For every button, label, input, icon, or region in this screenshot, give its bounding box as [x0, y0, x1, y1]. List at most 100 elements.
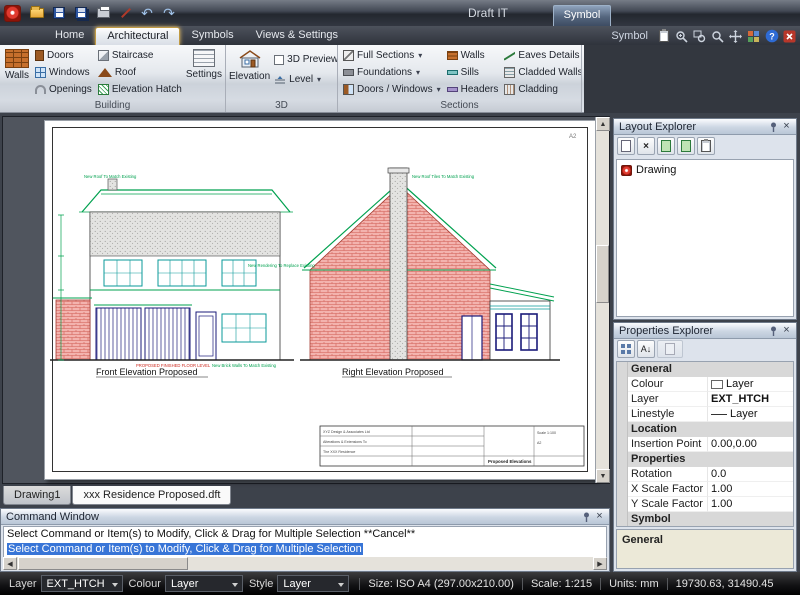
property-colour[interactable]: ColourLayer [617, 377, 793, 392]
pin-icon[interactable] [767, 324, 780, 337]
save-all-button[interactable] [71, 4, 91, 23]
scroll-thumb[interactable] [18, 557, 188, 570]
elevation-hatch-button[interactable]: Elevation Hatch [96, 81, 184, 98]
colour-dropdown[interactable]: Layer [165, 575, 243, 592]
command-history[interactable]: Select Command or Item(s) to Modify, Cli… [3, 526, 607, 558]
pin-icon[interactable] [767, 120, 780, 133]
drawing-canvas[interactable]: A2 [2, 116, 610, 484]
property-layer[interactable]: LayerEXT_HTCH [617, 392, 793, 407]
export-layout-button[interactable] [657, 137, 675, 155]
eaves-details-button[interactable]: Eaves Details [502, 47, 582, 64]
front-ground-window[interactable] [222, 314, 266, 342]
level-button[interactable]: Level▾ [272, 71, 338, 88]
new-layout-button[interactable] [617, 137, 635, 155]
full-sections-button[interactable]: Full Sections▾ [341, 47, 443, 64]
front-render-band[interactable] [90, 212, 280, 256]
display-settings-icon[interactable] [746, 29, 761, 44]
save-button[interactable] [49, 4, 69, 23]
front-chimney[interactable] [108, 179, 117, 190]
scroll-left-button[interactable]: ◀ [3, 557, 17, 570]
garage-door-right[interactable] [145, 308, 190, 360]
undo-icon: ↶ [141, 6, 153, 20]
property-insertion-point[interactable]: Insertion Point0.00,0.00 [617, 437, 793, 452]
close-drawing-icon[interactable] [782, 29, 797, 44]
section-general[interactable]: General [617, 362, 793, 377]
paste-layout-button[interactable] [697, 137, 715, 155]
chimney-cap[interactable] [388, 168, 409, 173]
group-label-building: Building [0, 100, 225, 112]
section-walls-button[interactable]: Walls [445, 47, 501, 64]
annotation: New Roof To Match Existing [84, 174, 137, 179]
openings-button[interactable]: Openings [33, 81, 94, 98]
section-properties[interactable]: Properties [617, 452, 793, 467]
scroll-down-button[interactable]: ▼ [596, 469, 610, 483]
pan-icon[interactable] [728, 29, 743, 44]
print-button[interactable] [93, 4, 113, 23]
sills-button[interactable]: Sills [445, 64, 501, 81]
chimney-breast[interactable] [390, 168, 407, 360]
section-symbol[interactable]: Symbol [617, 512, 793, 527]
foundations-button[interactable]: Foundations▾ [341, 64, 443, 81]
front-elevation-label: Front Elevation Proposed [96, 367, 198, 377]
settings-button[interactable]: Settings [186, 47, 222, 99]
properties-explorer-title: Properties Explorer [619, 325, 713, 337]
plot-button[interactable] [115, 4, 135, 23]
scroll-up-button[interactable]: ▲ [596, 117, 610, 131]
tab-home[interactable]: Home [44, 27, 95, 45]
cladding-button[interactable]: Cladding [502, 81, 582, 98]
scroll-thumb[interactable] [596, 245, 609, 303]
doors-button[interactable]: Doors [33, 47, 94, 64]
zoom-in-icon[interactable] [674, 29, 689, 44]
layout-item-drawing[interactable]: Drawing [619, 162, 791, 178]
tab-symbols[interactable]: Symbols [180, 27, 244, 45]
layer-dropdown[interactable]: EXT_HTCH [41, 575, 123, 592]
section-location[interactable]: Location [617, 422, 793, 437]
property-linestyle[interactable]: LinestyleLayer [617, 407, 793, 422]
contextual-tab-symbol[interactable]: Symbol [553, 5, 611, 26]
roof-button[interactable]: Roof [96, 64, 184, 81]
command-window-header: Command Window × [1, 509, 609, 525]
tab-architectural[interactable]: Architectural [95, 27, 180, 45]
elevation-button[interactable]: Elevation [229, 47, 270, 99]
walls-button[interactable]: Walls [3, 47, 31, 99]
garage-door-left[interactable] [96, 308, 141, 360]
drawing-sheet[interactable]: A2 [44, 120, 596, 480]
property-y-scale[interactable]: Y Scale Factor1.00 [617, 497, 793, 512]
property-pages-button[interactable] [657, 340, 683, 358]
property-rotation[interactable]: Rotation0.0 [617, 467, 793, 482]
open-button[interactable] [27, 4, 47, 23]
close-icon[interactable]: × [780, 120, 793, 133]
zoom-window-icon[interactable] [692, 29, 707, 44]
canvas-vertical-scrollbar[interactable]: ▲ ▼ [595, 117, 609, 483]
close-icon[interactable]: × [593, 510, 606, 523]
alphabetical-sort-button[interactable]: A↓ [637, 340, 655, 358]
staircase-button[interactable]: Staircase [96, 47, 184, 64]
import-layout-button[interactable] [677, 137, 695, 155]
style-dropdown[interactable]: Layer [277, 575, 349, 592]
undo-button[interactable]: ↶ [137, 4, 157, 23]
doc-tab-residence[interactable]: xxx Residence Proposed.dft [72, 486, 231, 505]
help-icon[interactable]: ? [764, 29, 779, 44]
roof-icon [98, 68, 112, 77]
zoom-extents-icon[interactable] [710, 29, 725, 44]
paste-icon[interactable] [656, 29, 671, 44]
close-icon[interactable]: × [780, 324, 793, 337]
tab-views-settings[interactable]: Views & Settings [245, 27, 349, 45]
doors-windows-button[interactable]: Doors / Windows▾ [341, 81, 443, 98]
front-upper-windows[interactable] [104, 260, 256, 286]
properties-explorer-panel: Properties Explorer × A↓ General ColourL… [613, 322, 797, 572]
redo-button[interactable]: ↷ [159, 4, 179, 23]
pin-icon[interactable] [580, 510, 593, 523]
window-title: Draft IT [468, 6, 508, 20]
doc-tab-drawing1[interactable]: Drawing1 [3, 486, 71, 505]
headers-button[interactable]: Headers [445, 81, 501, 98]
3d-preview-checkbox[interactable]: 3D Preview [272, 51, 338, 68]
cladded-walls-button[interactable]: Cladded Walls [502, 64, 582, 81]
scroll-right-button[interactable]: ▶ [593, 557, 607, 570]
categorized-view-button[interactable] [617, 340, 635, 358]
property-x-scale[interactable]: X Scale Factor1.00 [617, 482, 793, 497]
windows-button[interactable]: Windows [33, 64, 94, 81]
command-horizontal-scrollbar[interactable]: ◀ ▶ [3, 557, 607, 570]
delete-layout-button[interactable]: × [637, 137, 655, 155]
app-menu-button[interactable] [4, 5, 21, 22]
